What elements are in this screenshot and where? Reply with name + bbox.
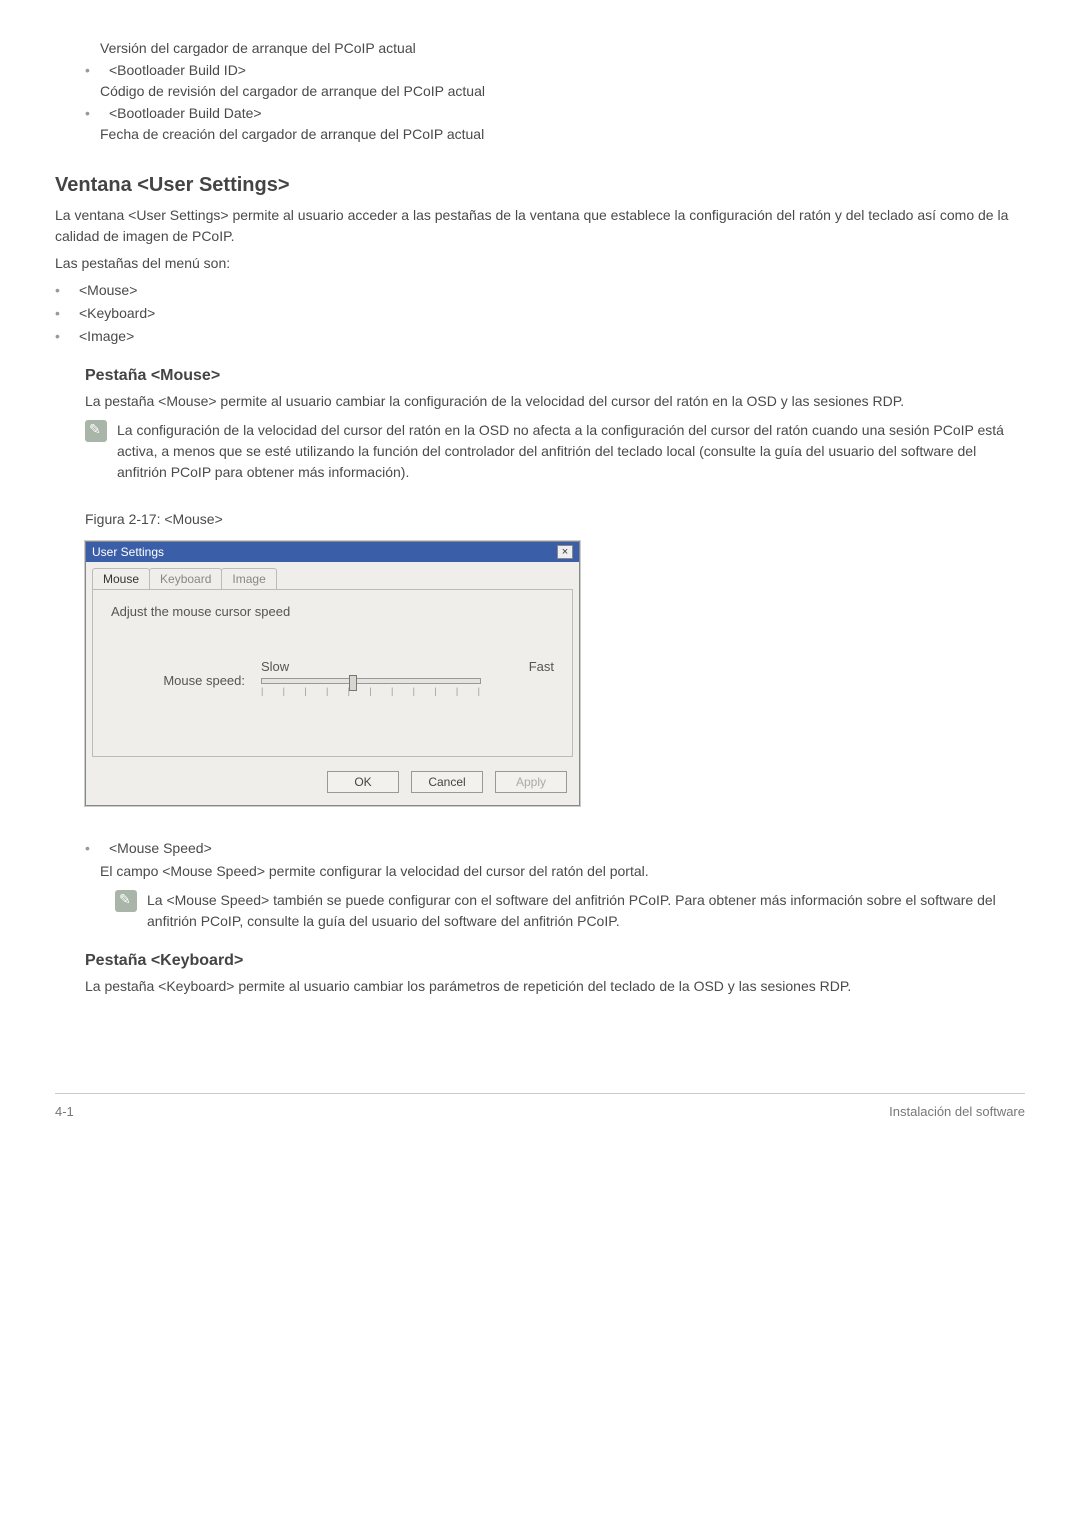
tab-panel-mouse: Adjust the mouse cursor speed Mouse spee… — [92, 589, 573, 757]
list-item-desc: El campo <Mouse Speed> permite configura… — [55, 861, 1025, 882]
top-continuation-line: Versión del cargador de arranque del PCo… — [55, 40, 1025, 56]
note-text: La <Mouse Speed> también se puede config… — [147, 890, 1025, 932]
page-number: 4-1 — [55, 1104, 74, 1119]
bullet-icon: • — [85, 103, 109, 124]
list-item: • <Bootloader Build ID> — [55, 60, 1025, 81]
list-item-desc: Código de revisión del cargador de arran… — [55, 83, 1025, 99]
mouse-speed-label: Mouse speed: — [111, 659, 261, 688]
note-block: La <Mouse Speed> también se puede config… — [115, 890, 1025, 932]
list-item-desc: Fecha de creación del cargador de arranq… — [55, 126, 1025, 142]
slider-thumb[interactable] — [349, 675, 357, 691]
slow-label: Slow — [261, 659, 289, 674]
list-item: • <Keyboard> — [55, 303, 1025, 324]
list-item: • <Image> — [55, 326, 1025, 347]
list-item-title: <Bootloader Build ID> — [109, 60, 1025, 81]
paragraph: La ventana <User Settings> permite al us… — [55, 205, 1025, 247]
list-item-title: <Bootloader Build Date> — [109, 103, 1025, 124]
paragraph: Las pestañas del menú son: — [55, 253, 1025, 274]
bullet-icon: • — [55, 280, 79, 301]
footer-section-title: Instalación del software — [889, 1104, 1025, 1119]
tab-keyboard[interactable]: Keyboard — [149, 568, 222, 589]
note-block: La configuración de la velocidad del cur… — [85, 420, 1025, 483]
apply-button[interactable]: Apply — [495, 771, 567, 793]
pencil-note-icon — [85, 420, 107, 442]
section-heading-user-settings: Ventana <User Settings> — [55, 174, 1025, 197]
page-footer: 4-1 Instalación del software — [55, 1093, 1025, 1149]
dialog-title-text: User Settings — [92, 545, 164, 559]
slider-ticks: ||||||||||| — [261, 686, 481, 696]
adjust-label: Adjust the mouse cursor speed — [111, 604, 554, 619]
bullet-icon: • — [85, 838, 109, 859]
pencil-note-icon — [115, 890, 137, 912]
user-settings-dialog: User Settings × Mouse Keyboard Image Adj… — [85, 541, 580, 806]
dialog-button-row: OK Cancel Apply — [86, 763, 579, 805]
figure-caption: Figura 2-17: <Mouse> — [85, 511, 1025, 527]
tab-image[interactable]: Image — [221, 568, 276, 589]
list-item-label: <Image> — [79, 326, 1025, 347]
ok-button[interactable]: OK — [327, 771, 399, 793]
bullet-icon: • — [55, 326, 79, 347]
list-item-title: <Mouse Speed> — [109, 838, 1025, 859]
bullet-icon: • — [55, 303, 79, 324]
subsection-heading-keyboard: Pestaña <Keyboard> — [85, 952, 1025, 970]
bullet-icon: • — [85, 60, 109, 81]
paragraph: La pestaña <Mouse> permite al usuario ca… — [85, 391, 1025, 412]
subsection-heading-mouse: Pestaña <Mouse> — [85, 367, 1025, 385]
list-item: • <Mouse Speed> — [55, 838, 1025, 859]
fast-label: Fast — [529, 659, 554, 674]
paragraph: La pestaña <Keyboard> permite al usuario… — [85, 976, 1025, 997]
list-item-label: <Mouse> — [79, 280, 1025, 301]
note-text: La configuración de la velocidad del cur… — [117, 420, 1025, 483]
close-icon[interactable]: × — [557, 545, 573, 559]
tab-mouse[interactable]: Mouse — [92, 568, 150, 589]
mouse-speed-slider[interactable] — [261, 678, 481, 684]
list-item-label: <Keyboard> — [79, 303, 1025, 324]
list-item: • <Bootloader Build Date> — [55, 103, 1025, 124]
dialog-tabs: Mouse Keyboard Image — [86, 562, 579, 589]
cancel-button[interactable]: Cancel — [411, 771, 483, 793]
dialog-titlebar: User Settings × — [86, 542, 579, 562]
list-item: • <Mouse> — [55, 280, 1025, 301]
